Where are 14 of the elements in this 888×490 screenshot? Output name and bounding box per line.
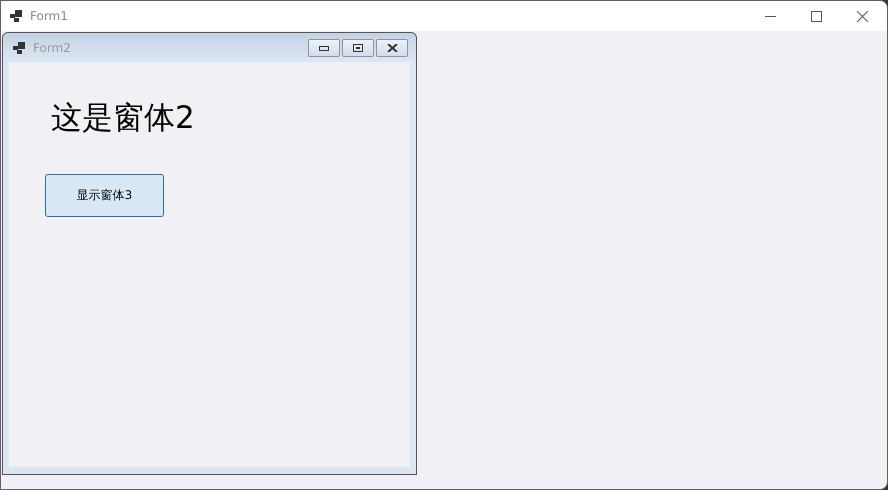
app-icon: [10, 10, 22, 22]
close-button[interactable]: [376, 38, 408, 56]
app-icon: [13, 42, 25, 54]
minimize-icon: [319, 44, 329, 50]
window-title: Form2: [33, 40, 71, 54]
close-icon: [386, 44, 398, 52]
restore-icon: [353, 44, 363, 52]
maximize-icon[interactable]: [811, 10, 822, 22]
window-title: Form1: [30, 9, 68, 23]
restore-button[interactable]: [342, 38, 374, 56]
close-icon[interactable]: [857, 10, 868, 22]
show-form-button[interactable]: 显示窗体3: [45, 174, 164, 217]
minimize-button[interactable]: [308, 38, 340, 56]
form-label: 这是窗体2: [51, 100, 195, 136]
